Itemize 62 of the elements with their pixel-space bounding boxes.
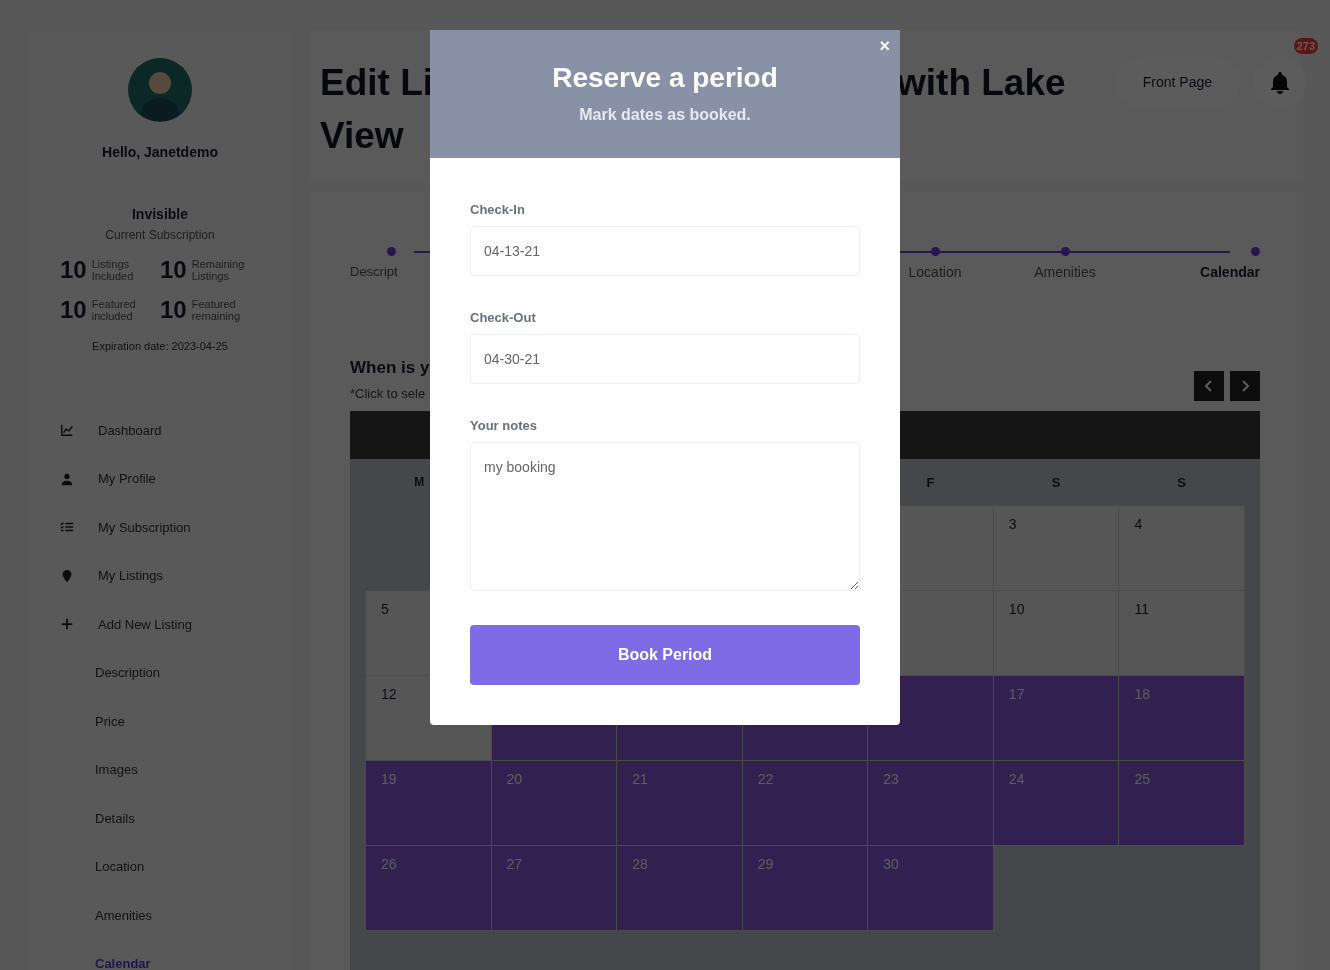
sidebar-subitem[interactable]: Price — [60, 697, 290, 746]
calendar-hint: *Click to sele — [350, 386, 427, 401]
day-cell[interactable]: 3 — [993, 506, 1119, 590]
sidebar-subitem[interactable]: Amenities — [60, 891, 290, 940]
page-title: View — [320, 114, 404, 158]
plan-name: Invisible — [132, 206, 188, 222]
step-label[interactable]: Amenities — [1034, 264, 1096, 280]
step-label[interactable]: Calendar — [1200, 264, 1260, 280]
bell-icon — [1268, 70, 1292, 94]
weekday-label: S — [1177, 474, 1187, 490]
dialog-subtitle: Mark dates as booked. — [579, 106, 751, 124]
day-cell[interactable]: 11 — [1119, 591, 1244, 675]
sidebar-subitem[interactable]: Calendar — [60, 939, 290, 970]
sidebar-item[interactable]: Add New Listing — [60, 600, 290, 649]
page-title: Edit Li — [320, 62, 434, 103]
stat-value: 10 — [160, 256, 187, 284]
notes-field[interactable]: my booking — [470, 442, 860, 591]
stat-value: 10 — [60, 296, 87, 324]
stat-label: Featured remaining — [191, 298, 241, 322]
stat-label: Featured included — [91, 298, 137, 322]
greeting-text: Hello, Janetdemo — [102, 144, 218, 160]
day-cell[interactable]: 10 — [993, 591, 1119, 675]
close-button[interactable]: × — [877, 36, 892, 57]
sidebar-item[interactable]: My Profile — [60, 454, 290, 503]
field-label: Check-Out — [470, 310, 537, 325]
notification-badge: 273 — [1293, 38, 1318, 54]
step-dot — [387, 247, 396, 256]
plan-caption: Current Subscription — [105, 228, 215, 242]
stat-value: 10 — [60, 256, 87, 284]
book-period-button[interactable]: Book Period — [470, 625, 860, 685]
chart-icon — [60, 423, 74, 438]
sidebar-subitem[interactable]: Details — [60, 794, 290, 843]
sidebar-subitem[interactable]: Location — [60, 842, 290, 891]
weekday-label: F — [926, 474, 935, 490]
user-icon — [60, 471, 74, 486]
calendar-heading: When is y — [350, 358, 430, 378]
field-label: Your notes — [470, 418, 538, 433]
stat-value: 10 — [160, 296, 187, 324]
sidebar-subitem[interactable]: Description — [60, 648, 290, 697]
map-pin-icon — [60, 568, 74, 583]
date-input-field[interactable]: 04-30-21 — [470, 334, 860, 384]
page-title: with Lake — [897, 61, 1066, 105]
step-dot — [1251, 247, 1260, 256]
dialog-title: Reserve a period — [552, 62, 778, 94]
stat-label: Listings Included — [91, 258, 135, 282]
date-input-field[interactable]: 04-13-21 — [470, 226, 860, 276]
step-label[interactable]: Descript — [350, 264, 398, 279]
step-label[interactable]: Location — [908, 264, 962, 280]
previous-button[interactable] — [1194, 371, 1224, 401]
day-cell[interactable]: 4 — [1119, 506, 1244, 590]
plus-icon — [60, 617, 74, 632]
expiration-text: Expiration date: 2023-04-25 — [92, 340, 228, 352]
field-label: Check-In — [470, 202, 526, 217]
sidebar-item[interactable]: Dashboard — [60, 406, 290, 455]
sidebar-item[interactable]: My Subscription — [60, 503, 290, 552]
weekday-label: S — [1051, 474, 1061, 490]
sidebar-subitem[interactable]: Images — [60, 745, 290, 794]
stat-label: Remaining Listings — [191, 258, 246, 282]
next-button[interactable] — [1230, 371, 1260, 401]
sidebar-item[interactable]: My Listings — [60, 551, 290, 600]
avatar-icon — [128, 58, 192, 122]
weekday-label: M — [414, 475, 425, 489]
